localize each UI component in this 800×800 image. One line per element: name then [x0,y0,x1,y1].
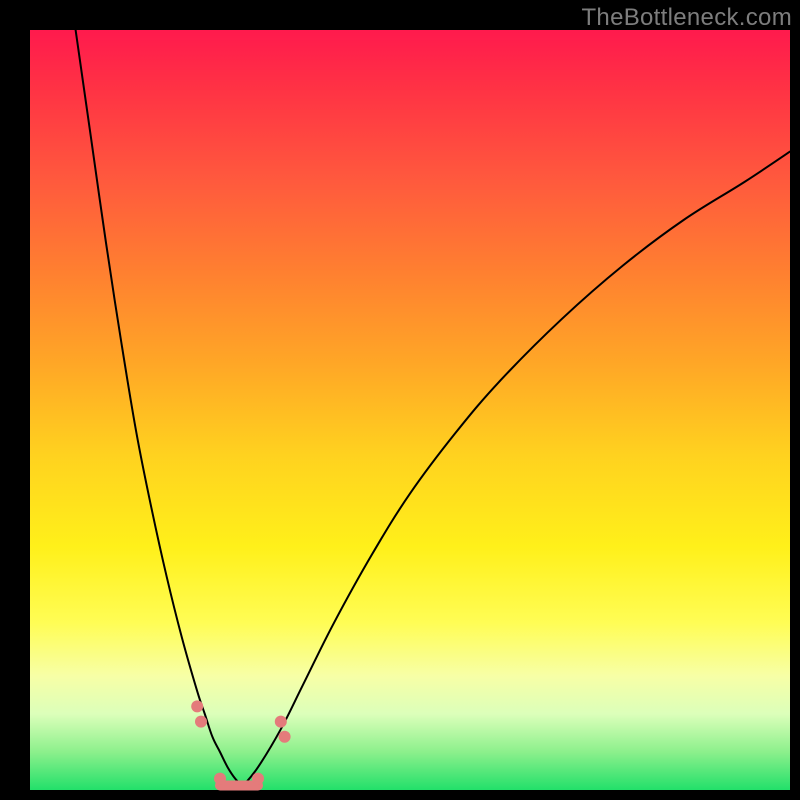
valley-marker-dot [191,700,203,712]
chart-frame: TheBottleneck.com [0,0,800,800]
valley-marker-dot [275,716,287,728]
valley-marker-dot [279,731,291,743]
marker-group [191,700,290,785]
valley-marker-dot [214,773,226,785]
valley-marker-dot [195,716,207,728]
watermark-text: TheBottleneck.com [581,4,792,32]
chart-svg [30,30,790,790]
valley-marker-dot [252,773,264,785]
curve-group [76,30,790,786]
curve-right-branch [243,152,790,787]
curve-left-branch [76,30,243,786]
